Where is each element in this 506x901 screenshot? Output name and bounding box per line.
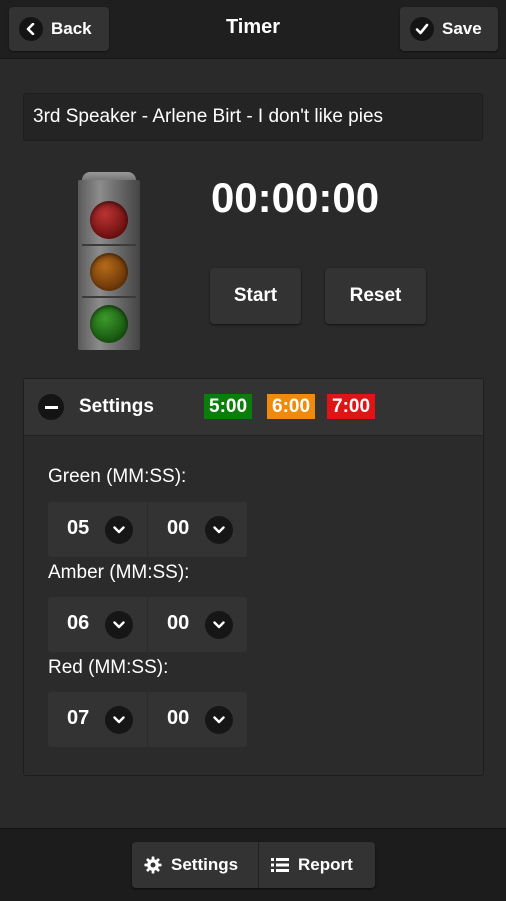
red-seconds-value: 00: [167, 707, 190, 729]
gear-icon: [144, 856, 162, 874]
red-seconds-select[interactable]: 00: [148, 692, 247, 747]
footer-settings-button[interactable]: Settings: [132, 842, 259, 888]
red-time-selects: 07 00: [48, 692, 247, 747]
amber-minutes-select[interactable]: 06: [48, 597, 147, 652]
settings-panel-header[interactable]: Settings 5:00 6:00 7:00: [24, 379, 483, 436]
amber-time-selects: 06 00: [48, 597, 247, 652]
light-divider: [82, 296, 136, 298]
footer-nav: Settings Report: [132, 842, 375, 888]
amber-time-label: Amber (MM:SS):: [48, 562, 190, 583]
amber-seconds-value: 00: [167, 612, 190, 634]
start-button[interactable]: Start: [210, 268, 301, 324]
chevron-down-icon: [105, 610, 133, 639]
green-light: [90, 305, 128, 343]
chevron-down-icon: [205, 705, 233, 734]
red-minutes-value: 07: [67, 707, 90, 729]
save-label: Save: [442, 19, 482, 38]
footer-report-button[interactable]: Report: [259, 842, 375, 888]
settings-title: Settings: [79, 396, 154, 417]
green-time-badge: 5:00: [204, 394, 253, 419]
header-bar: Back Timer Save: [0, 0, 506, 59]
red-time-badge: 7:00: [327, 394, 376, 419]
amber-light: [90, 253, 128, 291]
settings-panel: Settings 5:00 6:00 7:00 Green (MM:SS): 0…: [23, 378, 484, 776]
footer-report-label: Report: [298, 855, 353, 874]
red-light: [90, 201, 128, 239]
green-time-selects: 05 00: [48, 502, 247, 557]
check-icon: [410, 17, 434, 41]
red-minutes-select[interactable]: 07: [48, 692, 147, 747]
chevron-down-icon: [105, 515, 133, 544]
amber-time-badge: 6:00: [267, 394, 316, 419]
minus-icon[interactable]: [38, 394, 64, 420]
save-button[interactable]: Save: [400, 7, 498, 51]
chevron-down-icon: [205, 515, 233, 544]
green-time-label: Green (MM:SS):: [48, 466, 187, 487]
green-seconds-select[interactable]: 00: [148, 502, 247, 557]
footer-settings-label: Settings: [171, 855, 239, 874]
traffic-light: [78, 172, 140, 350]
traffic-light-body: [78, 180, 140, 350]
green-minutes-select[interactable]: 05: [48, 502, 147, 557]
list-icon: [271, 857, 289, 873]
chevron-down-icon: [105, 705, 133, 734]
green-minutes-value: 05: [67, 517, 90, 539]
chevron-down-icon: [205, 610, 233, 639]
green-seconds-value: 00: [167, 517, 190, 539]
timer-display: 00:00:00: [210, 174, 380, 221]
amber-minutes-value: 06: [67, 612, 90, 634]
light-divider: [82, 244, 136, 246]
amber-seconds-select[interactable]: 00: [148, 597, 247, 652]
reset-button[interactable]: Reset: [325, 268, 426, 324]
red-time-label: Red (MM:SS):: [48, 657, 169, 678]
speaker-name-field[interactable]: 3rd Speaker - Arlene Birt - I don't like…: [23, 93, 483, 141]
footer-bar: Settings Report: [0, 828, 506, 901]
